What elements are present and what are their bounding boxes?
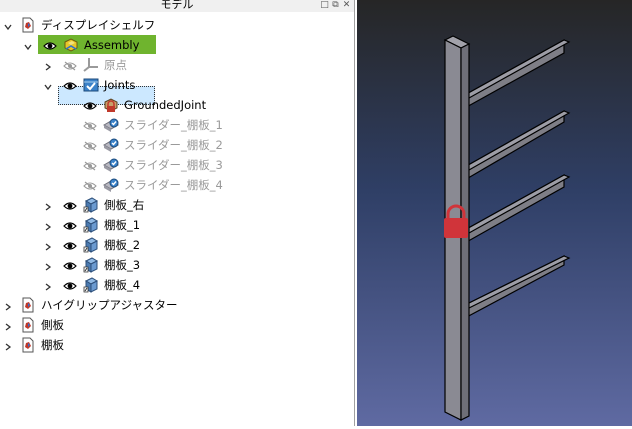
shelf-board [461,173,571,246]
shelf-board [461,255,571,321]
close-panel-icon[interactable]: ✕ [342,1,351,10]
tree-item-label: スライダー_棚板_1 [124,118,223,132]
model-tree: ディスプレイシェルフ Assembly 原点 Joints GroundedJoint ス… [0,12,354,425]
tree-item-label: ディスプレイシェルフ [41,18,156,32]
tree-item[interactable]: 棚板 [0,335,354,355]
document-icon [20,337,36,353]
tree-item[interactable]: 棚板_2 [0,235,354,255]
tree-item[interactable]: 側板 [0,315,354,335]
tree-item-label: 棚板_2 [104,238,141,252]
tree-item-label: スライダー_棚板_2 [124,138,223,152]
shelf-board [461,38,571,111]
eye-icon[interactable] [63,220,77,230]
eye-hidden-icon[interactable] [83,140,97,151]
eye-hidden-icon[interactable] [63,60,77,71]
slider-joint-icon [102,137,120,153]
slider-joint-icon [102,157,120,173]
tree-item-label: 棚板_3 [104,258,141,272]
chevron-right-icon[interactable] [44,220,52,231]
slider-joint-icon [102,177,120,193]
eye-icon[interactable] [43,40,57,50]
document-icon [20,297,36,313]
tree-item-label: スライダー_棚板_4 [124,178,223,192]
tree-item[interactable]: Assembly [0,35,354,55]
assembly-icon [63,37,79,53]
tree-item[interactable]: 棚板_4 [0,275,354,295]
tree-item[interactable]: Joints [0,75,354,95]
tree-item-label: Assembly [84,38,140,52]
part-link-icon [83,217,99,233]
tree-item-label: 棚板_1 [104,218,141,232]
panel-title: モデル [160,0,194,11]
part-link-icon [83,197,99,213]
tree-item[interactable]: 棚板_1 [0,215,354,235]
tree-item[interactable]: 側板_右 [0,195,354,215]
tree-item[interactable]: 棚板_3 [0,255,354,275]
tree-item-label: 側板 [41,318,64,332]
eye-icon[interactable] [63,80,77,90]
3d-viewport[interactable] [357,0,632,426]
part-link-icon [83,257,99,273]
eye-hidden-icon[interactable] [83,120,97,131]
tree-item[interactable]: スライダー_棚板_2 [0,135,354,155]
chevron-down-icon[interactable] [44,80,52,91]
tree-item[interactable]: ハイグリップアジャスター [0,295,354,315]
tree-item-label: GroundedJoint [124,98,207,112]
chevron-down-icon[interactable] [24,40,32,51]
chevron-down-icon[interactable] [4,20,12,31]
chevron-right-icon[interactable] [44,60,52,71]
restore-panel-icon[interactable]: ⧉ [331,1,340,10]
float-panel-icon[interactable]: □ [320,1,329,10]
chevron-right-icon[interactable] [44,240,52,251]
joints-icon [83,77,99,93]
tree-item[interactable]: スライダー_棚板_3 [0,155,354,175]
model-tree-panel: モデル □ ⧉ ✕ ディスプレイシェルフ Assembly 原点 Joints Grou… [0,0,355,426]
slider-joint-icon [102,117,120,133]
tree-item-label: 棚板_4 [104,278,141,292]
eye-hidden-icon[interactable] [83,180,97,191]
eye-hidden-icon[interactable] [83,160,97,171]
tree-item[interactable]: ディスプレイシェルフ [0,15,354,35]
chevron-right-icon[interactable] [44,280,52,291]
tree-item[interactable]: 原点 [0,55,354,75]
chevron-right-icon[interactable] [4,340,12,351]
tree-item[interactable]: スライダー_棚板_1 [0,115,354,135]
shelf-boards [461,38,571,321]
panel-titlebar: モデル □ ⧉ ✕ [0,0,354,12]
origin-icon [83,57,99,73]
chevron-right-icon[interactable] [44,200,52,211]
chevron-right-icon[interactable] [4,300,12,311]
shelf-board [461,109,571,183]
eye-icon[interactable] [63,200,77,210]
eye-icon[interactable] [63,240,77,250]
tree-item-label: ハイグリップアジャスター [41,298,178,312]
tree-item-label: Joints [104,78,136,92]
eye-icon[interactable] [63,280,77,290]
tree-item-label: スライダー_棚板_3 [124,158,223,172]
tree-item-label: 原点 [104,58,127,72]
part-link-icon [83,277,99,293]
part-link-icon [83,237,99,253]
chevron-right-icon[interactable] [4,320,12,331]
viewport-scene [443,35,571,421]
chevron-right-icon[interactable] [44,260,52,271]
eye-icon[interactable] [63,260,77,270]
tree-item[interactable]: GroundedJoint [0,95,354,115]
grounded-joint-icon [103,97,119,113]
document-icon [20,17,36,33]
tree-item[interactable]: スライダー_棚板_4 [0,175,354,195]
document-icon [20,317,36,333]
eye-icon[interactable] [83,100,97,110]
tree-item-label: 側板_右 [104,198,145,212]
tree-item-label: 棚板 [41,338,64,352]
